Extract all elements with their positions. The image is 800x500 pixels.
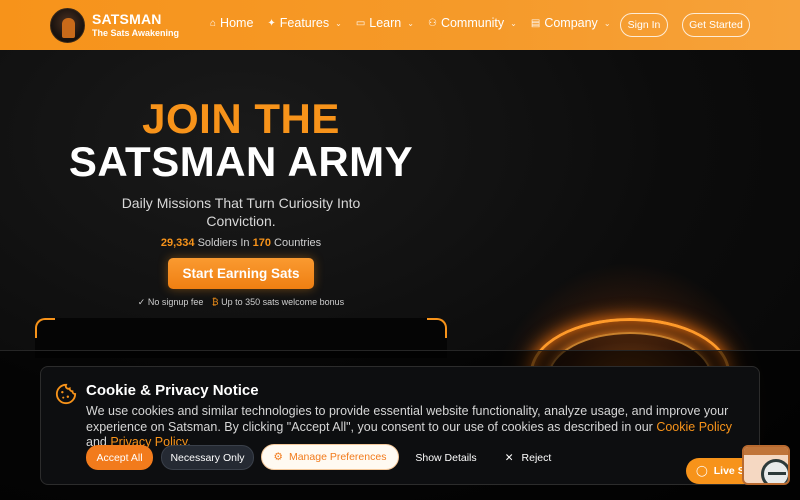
chevron-down-icon: ⌄	[335, 18, 342, 28]
start-earning-button[interactable]: Start Earning Sats	[168, 258, 314, 289]
community-stats: 29,334 Soldiers In 170 Countries	[0, 237, 482, 249]
nav-home[interactable]: ⌂ Home	[210, 16, 253, 30]
perk-no-fee: No signup fee	[147, 297, 204, 307]
close-icon: ✕	[504, 451, 514, 464]
manage-preferences-button[interactable]: ⚙ Manage Preferences	[261, 444, 399, 470]
nav-home-label: Home	[220, 16, 254, 30]
reject-button[interactable]: ✕ Reject	[498, 445, 558, 470]
building-icon: ▤	[530, 17, 541, 29]
cookie-title: Cookie & Privacy Notice	[86, 382, 259, 399]
nav-company-label: Company	[544, 16, 598, 30]
cookie-banner: Cookie & Privacy Notice We use cookies a…	[40, 366, 760, 485]
chevron-down-icon: ⌄	[603, 18, 611, 28]
show-details-button[interactable]: Show Details	[411, 445, 481, 470]
cookie-text-main: We use cookies and similar technologies …	[86, 404, 729, 434]
nav-features[interactable]: ✦ Features ⌄	[267, 16, 341, 30]
bitcoin-icon: ₿	[211, 297, 219, 307]
nav-company[interactable]: ▤ Company ⌄	[531, 16, 611, 30]
main-nav: ⌂ Home ✦ Features ⌄ ▭ Learn ⌄ ⚇ Communit…	[210, 16, 611, 30]
book-icon: ▭	[355, 17, 366, 29]
chat-widget-avatar[interactable]	[742, 445, 790, 485]
card-corner-left	[35, 318, 55, 338]
cookie-icon	[55, 383, 77, 405]
gear-icon: ⚙	[273, 451, 283, 463]
nav-learn[interactable]: ▭ Learn ⌄	[356, 16, 414, 30]
sign-in-button[interactable]: Sign In	[620, 13, 668, 37]
reject-label: Reject	[521, 451, 552, 464]
check-icon: ✓	[137, 297, 146, 307]
hero-title-line2: SATSMAN ARMY	[68, 138, 414, 185]
soldiers-count: 29,334	[160, 237, 195, 249]
countries-text: Countries	[274, 237, 322, 249]
brand-tagline: The Sats Awakening	[92, 28, 180, 38]
accept-all-button[interactable]: Accept All	[86, 445, 153, 470]
hero-subtitle: Daily Missions That Turn Curiosity Into …	[121, 195, 361, 229]
home-icon: ⌂	[210, 17, 217, 29]
users-icon: ⚇	[427, 17, 437, 29]
nav-features-label: Features	[279, 16, 330, 30]
brand-logo[interactable]	[50, 8, 85, 43]
countries-count: 170	[252, 237, 271, 249]
sparkle-icon: ✦	[267, 17, 276, 29]
nav-community-label: Community	[440, 16, 505, 30]
nav-learn-label: Learn	[369, 16, 402, 30]
brand-name[interactable]: SATSMAN	[92, 11, 162, 27]
site-header: SATSMAN The Sats Awakening ⌂ Home ✦ Feat…	[0, 0, 800, 50]
get-started-button[interactable]: Get Started	[682, 13, 750, 37]
perks-line: ✓ No signup fee ₿ Up to 350 sats welcome…	[0, 297, 482, 308]
perk-bonus: Up to 350 sats welcome bonus	[221, 297, 345, 307]
necessary-only-button[interactable]: Necessary Only	[161, 445, 254, 470]
soldiers-text: Soldiers In	[197, 237, 250, 249]
cookie-policy-link[interactable]: Cookie Policy	[656, 420, 732, 434]
chevron-down-icon: ⌄	[510, 18, 517, 28]
card-corner-right	[427, 318, 447, 338]
chevron-down-icon: ⌄	[407, 18, 414, 28]
hero-title-line1: JOIN THE	[142, 95, 340, 142]
cookie-description: We use cookies and similar technologies …	[86, 404, 746, 451]
manage-preferences-label: Manage Preferences	[288, 451, 387, 463]
chat-icon: ◯	[696, 465, 708, 477]
nav-community[interactable]: ⚇ Community ⌄	[428, 16, 517, 30]
